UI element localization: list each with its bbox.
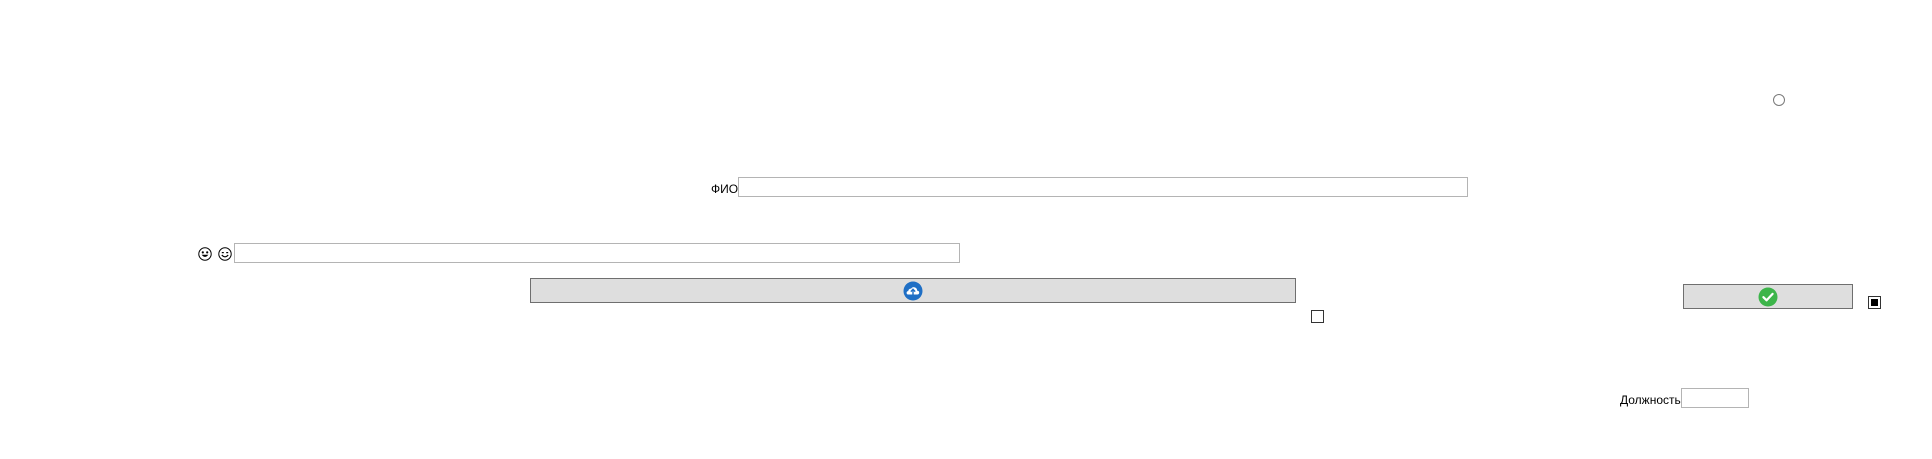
position-input[interactable] (1681, 388, 1749, 408)
grinning-face-icon (198, 247, 212, 261)
cloud-upload-icon (903, 281, 923, 300)
confirm-button[interactable] (1683, 284, 1853, 309)
smiling-face-icon (218, 247, 232, 261)
checkbox-indeterminate[interactable] (1868, 296, 1881, 309)
checkbox-unchecked[interactable] (1311, 310, 1324, 323)
emoji-text-input[interactable] (234, 243, 960, 263)
check-circle-icon (1758, 287, 1778, 306)
fio-label: ФИО (711, 182, 739, 196)
radio-button[interactable] (1773, 94, 1785, 106)
upload-button[interactable] (530, 278, 1296, 303)
position-label: Должность (1620, 393, 1681, 407)
fio-input[interactable] (738, 177, 1468, 197)
